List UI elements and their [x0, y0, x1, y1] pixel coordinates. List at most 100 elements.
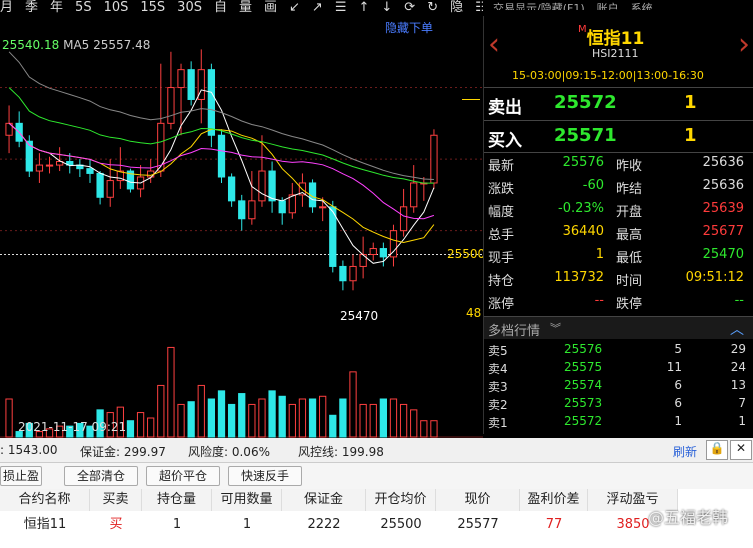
margin: 保证金: 299.97	[80, 445, 166, 459]
toolbar-item[interactable]: ↻	[427, 1, 438, 14]
column-header[interactable]: 现价	[436, 489, 520, 511]
depth-qty: 6	[674, 396, 682, 410]
close-icon[interactable]: ✕	[730, 440, 752, 460]
stat-value: 25677	[702, 224, 744, 239]
next-symbol-icon[interactable]: ›	[738, 30, 750, 60]
top-menu-item[interactable]: 交易显示/隐藏(F1)	[493, 2, 585, 10]
toolbar-item[interactable]: 季	[25, 1, 38, 14]
refresh-link[interactable]: 刷新	[673, 443, 697, 460]
column-header[interactable]: 保证金	[282, 489, 366, 511]
table-cell[interactable]: 25500	[366, 513, 436, 537]
order-book-row[interactable]: 卖4 25575 11 24	[486, 360, 750, 376]
top-menu-item[interactable]: 账户	[597, 2, 619, 10]
candle	[369, 248, 377, 256]
stat-label: 最高	[616, 228, 643, 243]
toolbar-item[interactable]: 5S	[75, 1, 92, 14]
table-cell[interactable]: 买	[90, 513, 142, 537]
toolbar-item[interactable]: 量	[239, 1, 252, 14]
volume-bar	[329, 414, 337, 438]
depth-total: 1	[738, 414, 746, 428]
depth-header[interactable]: 多档行情 ︾ ︿	[484, 316, 753, 339]
candle	[258, 170, 266, 202]
chart-toolbar: 月季年5S10S15S30S自量画↙↗☰↑↓⟳↻隐☷⊟▾	[0, 0, 483, 16]
column-header[interactable]: 可用数量	[212, 489, 282, 511]
depth-level: 卖5	[488, 344, 508, 358]
depth-qty: 1	[674, 414, 682, 428]
toolbar-item[interactable]: 自	[214, 1, 227, 14]
toolbar-item[interactable]: 隐	[450, 1, 463, 14]
volume-bar	[399, 403, 408, 438]
toolbar-item[interactable]: ↙	[289, 1, 300, 14]
order-book-row[interactable]: 卖5 25576 5 29	[486, 342, 750, 358]
prev-symbol-icon[interactable]: ‹	[488, 30, 500, 60]
table-cell[interactable]: 1	[212, 513, 282, 537]
sell-row[interactable]: 卖出 25572 1	[484, 87, 753, 119]
depth-price: 25575	[564, 360, 603, 374]
toolbar-item[interactable]: ☷	[475, 1, 483, 14]
candle	[319, 206, 327, 209]
volume-bar	[339, 398, 347, 438]
toolbar-item[interactable]: 10S	[104, 1, 129, 14]
order-book-row[interactable]: 卖1 25572 1 1	[486, 414, 750, 430]
collapse-icon[interactable]: ︿	[730, 319, 744, 339]
toolbar-item[interactable]: 年	[50, 1, 63, 14]
column-header[interactable]: 盈利价差	[520, 489, 588, 511]
stat-label: 现手	[488, 251, 515, 266]
depth-price: 25574	[564, 378, 603, 392]
stat-value: 1	[595, 247, 604, 262]
candlestick-chart[interactable]	[0, 16, 483, 338]
toolbar-item[interactable]: 画	[264, 1, 277, 14]
volume-bar	[359, 403, 367, 438]
stat-label: 总手	[488, 228, 515, 243]
toolbar-item[interactable]: 月	[0, 1, 13, 14]
top-menu-item[interactable]: 系统	[631, 2, 653, 10]
lock-icon[interactable]: 🔒	[706, 440, 728, 460]
quote-stat-row: 涨跌 -60 昨结 25636	[486, 178, 750, 201]
column-header[interactable]: 合约名称	[0, 489, 90, 511]
table-cell[interactable]: 77	[520, 513, 588, 537]
toolbar-item[interactable]: ↓	[381, 1, 392, 14]
depth-qty: 11	[666, 360, 682, 374]
toolbar-item[interactable]: ⟳	[404, 1, 415, 14]
volume-bar	[258, 398, 266, 438]
table-cell[interactable]: 恒指11	[0, 513, 90, 537]
hide-order-button[interactable]: 隐藏下单	[385, 19, 433, 36]
table-cell[interactable]: 25577	[436, 513, 520, 537]
risk-ratio: 风险度: 0.06%	[188, 445, 270, 459]
volume-bar	[126, 420, 135, 438]
volume-bar	[369, 403, 377, 438]
toolbar-item[interactable]: ↑	[358, 1, 369, 14]
quote-stat-row: 持仓 113732 时间 09:51:12	[486, 270, 750, 293]
buy-row[interactable]: 买入 25571 1	[484, 120, 753, 153]
stat-value: 113732	[554, 270, 604, 285]
volume-bar	[5, 398, 13, 438]
toolbar-item[interactable]: 15S	[140, 1, 165, 14]
column-header[interactable]: 买卖	[90, 489, 142, 511]
expand-icon[interactable]: ︾	[550, 320, 561, 336]
candle	[35, 164, 44, 172]
toolbar-item[interactable]: ↗	[312, 1, 323, 14]
candle	[217, 134, 226, 178]
watermark: @五福老韩	[648, 508, 729, 527]
toolbar-item[interactable]: ☰	[335, 1, 347, 14]
table-cell[interactable]: 1	[142, 513, 212, 537]
candle	[379, 248, 387, 258]
candle	[167, 87, 175, 124]
close-overprice-button[interactable]: 超价平仓	[146, 466, 220, 486]
table-cell[interactable]: 2222	[282, 513, 366, 537]
ma-close-value: 25540.18	[2, 38, 60, 52]
stat-value: 25636	[702, 155, 744, 170]
quick-reverse-button[interactable]: 快速反手	[228, 466, 302, 486]
order-book-row[interactable]: 卖3 25574 6 13	[486, 378, 750, 394]
column-header[interactable]: 开仓均价	[366, 489, 436, 511]
order-book-row[interactable]: 卖2 25573 6 7	[486, 396, 750, 412]
depth-level: 卖4	[488, 362, 508, 376]
close-all-button[interactable]: 全部清仓	[64, 466, 138, 486]
stat-label: 跌停	[616, 297, 643, 312]
stop-profit-loss-button[interactable]: 损止盈	[0, 466, 42, 486]
account-bar: : 1543.00 保证金: 299.97 风险度: 0.06% 风控线: 19…	[0, 438, 753, 463]
depth-qty: 6	[674, 378, 682, 392]
stat-label: 幅度	[488, 205, 515, 220]
toolbar-item[interactable]: 30S	[177, 1, 202, 14]
column-header[interactable]: 持仓量	[142, 489, 212, 511]
